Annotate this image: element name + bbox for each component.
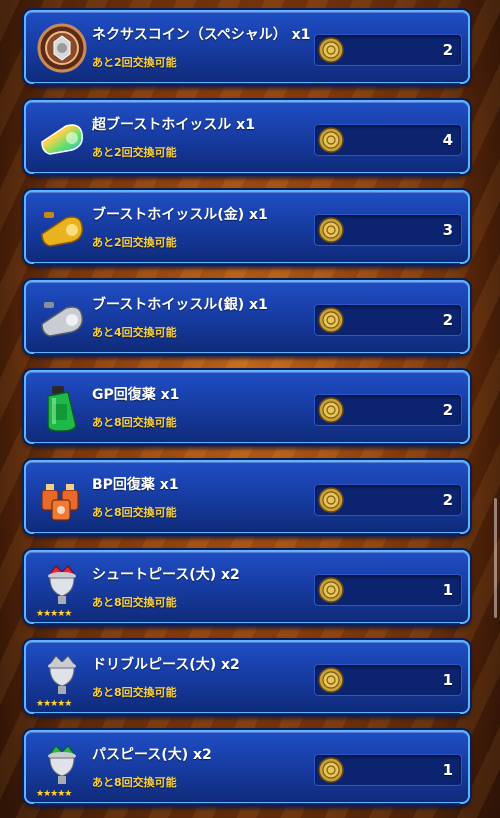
cost-value: 2 — [442, 491, 453, 509]
cost-value: 2 — [442, 311, 453, 329]
remaining-count: あと8回交換可能 — [92, 506, 177, 519]
cost-value: 3 — [442, 221, 453, 239]
item-name: 超ブーストホイッスル x1 — [92, 117, 255, 133]
cost-value: 1 — [442, 581, 453, 599]
silver-whistle-icon — [36, 292, 88, 344]
exchange-item[interactable]: ブーストホイッスル(金) x1 あと2回交換可能 3 — [24, 190, 470, 271]
exchange-item[interactable]: ブーストホイッスル(銀) x1 あと4回交換可能 2 — [24, 280, 470, 361]
medal-coin-icon — [318, 127, 344, 153]
item-name: ブーストホイッスル(金) x1 — [92, 207, 268, 223]
nexus-coin-icon — [36, 22, 88, 74]
cost-value: 1 — [442, 671, 453, 689]
cost-box: 2 — [314, 484, 462, 516]
remaining-count: あと2回交換可能 — [92, 236, 177, 249]
remaining-count: あと4回交換可能 — [92, 326, 177, 339]
exchange-item[interactable]: ★★★★★ パスピース(大) x2 あと8回交換可能 1 — [24, 730, 470, 811]
medal-coin-icon — [318, 577, 344, 603]
rarity-stars: ★★★★★ — [36, 789, 72, 799]
cost-box: 1 — [314, 664, 462, 696]
gp-potion-icon — [36, 382, 88, 434]
pass-piece-icon — [36, 742, 88, 794]
remaining-count: あと2回交換可能 — [92, 56, 177, 69]
cost-box: 1 — [314, 574, 462, 606]
medal-coin-icon — [318, 307, 344, 333]
cost-box: 4 — [314, 124, 462, 156]
cost-value: 2 — [442, 401, 453, 419]
rarity-stars: ★★★★★ — [36, 609, 72, 619]
remaining-count: あと8回交換可能 — [92, 596, 177, 609]
super-boost-whistle-icon — [36, 112, 88, 164]
rarity-stars: ★★★★★ — [36, 699, 72, 709]
exchange-item[interactable]: GP回復薬 x1 あと8回交換可能 2 — [24, 370, 470, 451]
cost-value: 4 — [442, 131, 453, 149]
cost-box: 3 — [314, 214, 462, 246]
medal-coin-icon — [318, 667, 344, 693]
scrollbar[interactable] — [494, 498, 497, 618]
item-name: ブーストホイッスル(銀) x1 — [92, 297, 268, 313]
bp-potion-icon — [36, 472, 88, 524]
dribble-piece-icon — [36, 652, 88, 704]
item-name: パスピース(大) x2 — [92, 747, 212, 763]
exchange-item[interactable]: ★★★★★ ドリブルピース(大) x2 あと8回交換可能 1 — [24, 640, 470, 721]
medal-coin-icon — [318, 397, 344, 423]
cost-box: 1 — [314, 754, 462, 786]
exchange-item[interactable]: BP回復薬 x1 あと8回交換可能 2 — [24, 460, 470, 541]
medal-coin-icon — [318, 757, 344, 783]
item-name: シュートピース(大) x2 — [92, 567, 240, 583]
gold-whistle-icon — [36, 202, 88, 254]
exchange-item[interactable]: ネクサスコイン（スペシャル） x1 あと2回交換可能 2 — [24, 10, 470, 91]
remaining-count: あと8回交換可能 — [92, 416, 177, 429]
item-name: ネクサスコイン（スペシャル） x1 — [92, 27, 311, 43]
item-name: GP回復薬 x1 — [92, 387, 180, 403]
cost-box: 2 — [314, 304, 462, 336]
remaining-count: あと8回交換可能 — [92, 776, 177, 789]
exchange-item[interactable]: 超ブーストホイッスル x1 あと2回交換可能 4 — [24, 100, 470, 181]
item-name: ドリブルピース(大) x2 — [92, 657, 240, 673]
cost-value: 1 — [442, 761, 453, 779]
remaining-count: あと8回交換可能 — [92, 686, 177, 699]
medal-coin-icon — [318, 217, 344, 243]
cost-box: 2 — [314, 394, 462, 426]
exchange-item[interactable]: ★★★★★ シュートピース(大) x2 あと8回交換可能 1 — [24, 550, 470, 631]
medal-coin-icon — [318, 37, 344, 63]
shoot-piece-icon — [36, 562, 88, 614]
cost-value: 2 — [442, 41, 453, 59]
medal-coin-icon — [318, 487, 344, 513]
remaining-count: あと2回交換可能 — [92, 146, 177, 159]
cost-box: 2 — [314, 34, 462, 66]
item-name: BP回復薬 x1 — [92, 477, 179, 493]
